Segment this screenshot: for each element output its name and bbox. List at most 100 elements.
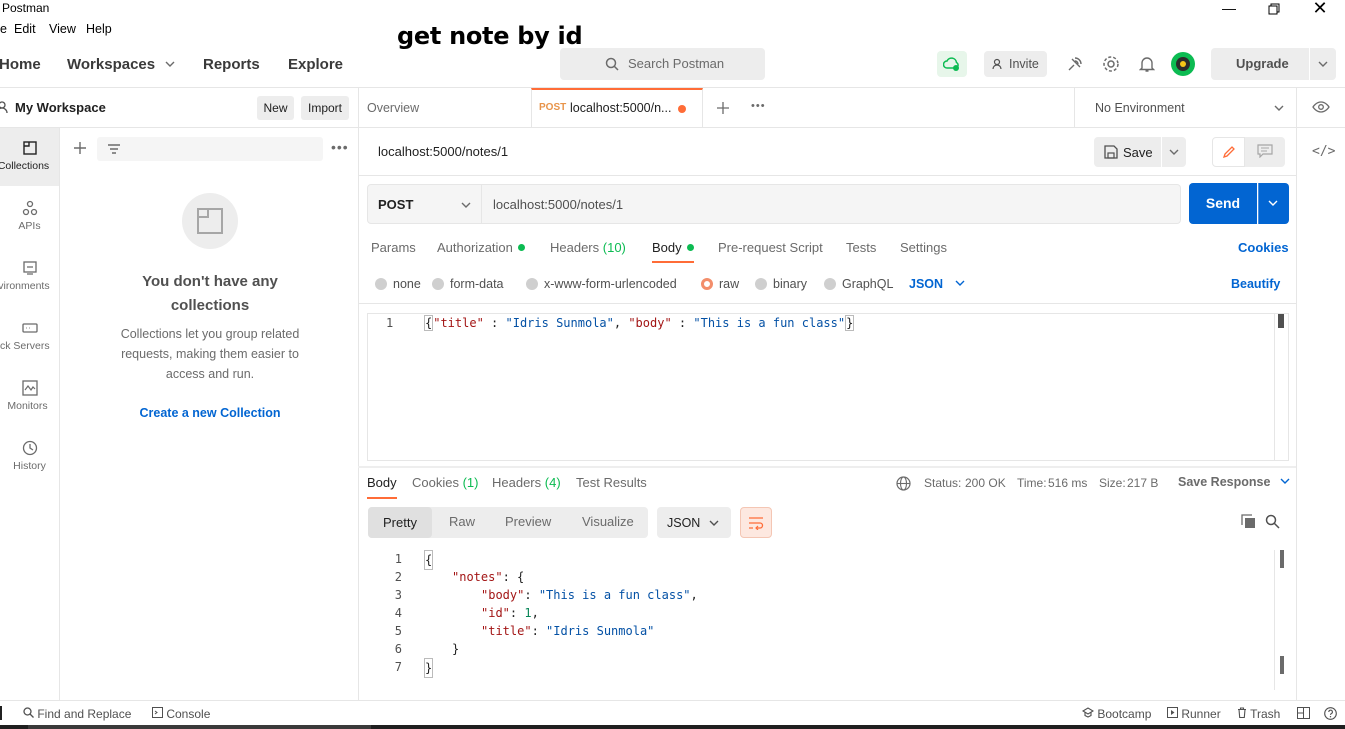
- trash-button[interactable]: Trash: [1237, 707, 1280, 721]
- sync-status-button[interactable]: [937, 51, 967, 77]
- menu-view[interactable]: View: [49, 22, 76, 36]
- filter-input[interactable]: [97, 137, 323, 161]
- create-collection-link[interactable]: Create a new Collection: [110, 406, 310, 420]
- new-tab-icon[interactable]: [716, 101, 730, 115]
- response-tab-body[interactable]: Body: [367, 475, 397, 490]
- copy-icon[interactable]: [1241, 514, 1256, 529]
- tab-active-request[interactable]: POST localhost:5000/n...: [531, 88, 703, 128]
- request-body-editor[interactable]: 1 {"title" : "Idris Sunmola", "body" : "…: [367, 313, 1289, 461]
- tab-overview[interactable]: Overview: [367, 101, 419, 115]
- console-button[interactable]: Console: [152, 707, 210, 721]
- documentation-edit-button[interactable]: [1212, 137, 1245, 167]
- eye-icon[interactable]: [1312, 100, 1330, 114]
- chevron-down-icon[interactable]: [1274, 103, 1284, 113]
- rail-item-monitors[interactable]: Monitors: [0, 368, 59, 426]
- close-window-button[interactable]: ✕: [1297, 0, 1343, 18]
- view-preview-button[interactable]: Preview: [505, 514, 551, 529]
- add-icon[interactable]: [73, 141, 87, 155]
- url-input[interactable]: localhost:5000/notes/1: [482, 184, 1181, 224]
- restore-button[interactable]: [1251, 0, 1297, 18]
- rail-item-mock-servers[interactable]: Mock Servers: [0, 308, 59, 366]
- radio-form-data[interactable]: form-data: [432, 277, 504, 291]
- tabs-more-icon[interactable]: •••: [751, 100, 766, 112]
- response-tab-cookies[interactable]: Cookies (1): [412, 475, 478, 490]
- nav-home[interactable]: Home: [0, 56, 41, 73]
- scrollbar-thumb[interactable]: [1278, 314, 1284, 328]
- tab-headers[interactable]: Headers (10): [550, 240, 626, 255]
- send-button[interactable]: Send: [1189, 183, 1257, 224]
- response-format-select[interactable]: JSON: [657, 507, 731, 538]
- workspace-name[interactable]: My Workspace: [15, 100, 106, 115]
- rail-item-history[interactable]: History: [0, 428, 59, 486]
- view-raw-button[interactable]: Raw: [449, 514, 475, 529]
- search-icon[interactable]: [1265, 514, 1280, 529]
- satellite-icon[interactable]: [1066, 55, 1084, 73]
- invite-button[interactable]: Invite: [984, 51, 1047, 77]
- chevron-down-icon[interactable]: [1318, 59, 1328, 69]
- avatar[interactable]: [1171, 52, 1195, 76]
- method-select[interactable]: POST: [367, 184, 482, 224]
- time-value[interactable]: 516 ms: [1048, 476, 1087, 490]
- save-options-button[interactable]: [1162, 137, 1186, 167]
- import-button[interactable]: Import: [301, 96, 349, 120]
- response-body-viewer[interactable]: 1 { 2 "notes": { 3 "body": "This is a fun c…: [367, 550, 1284, 690]
- radio-graphql[interactable]: GraphQL: [824, 277, 893, 291]
- rail-item-environments[interactable]: Environments: [0, 248, 59, 306]
- minimize-button[interactable]: —: [1206, 0, 1252, 18]
- request-title[interactable]: localhost:5000/notes/1: [378, 144, 508, 159]
- menu-edit[interactable]: Edit: [14, 22, 36, 36]
- globe-icon[interactable]: [896, 476, 911, 491]
- view-visualize-button[interactable]: Visualize: [582, 514, 634, 529]
- nav-explore[interactable]: Explore: [288, 56, 343, 73]
- save-response-button[interactable]: Save Response: [1178, 475, 1290, 489]
- nav-reports[interactable]: Reports: [203, 56, 260, 73]
- radio-x-www-form-urlencoded[interactable]: x-www-form-urlencoded: [526, 277, 677, 291]
- json-key: "body": [481, 588, 525, 602]
- runner-button[interactable]: Runner: [1167, 707, 1221, 721]
- code-icon[interactable]: </>: [1312, 144, 1335, 159]
- tab-body[interactable]: Body: [652, 240, 694, 255]
- search-box[interactable]: Search Postman: [560, 48, 765, 80]
- tab-params[interactable]: Params: [371, 240, 416, 255]
- menu-help[interactable]: Help: [86, 22, 112, 36]
- more-options-icon[interactable]: •••: [331, 139, 349, 155]
- beautify-link[interactable]: Beautify: [1231, 277, 1280, 291]
- response-tab-headers[interactable]: Headers (4): [492, 475, 561, 490]
- comments-button[interactable]: [1245, 137, 1285, 167]
- upgrade-button[interactable]: Upgrade: [1211, 48, 1336, 80]
- tab-tests[interactable]: Tests: [846, 240, 876, 255]
- tab-authorization[interactable]: Authorization: [437, 240, 525, 255]
- response-tab-test-results[interactable]: Test Results: [576, 475, 647, 490]
- size-value[interactable]: 217 B: [1127, 476, 1158, 490]
- pane-resize-divider[interactable]: [358, 466, 1296, 468]
- help-icon[interactable]: [1324, 707, 1337, 720]
- status-value[interactable]: 200 OK: [965, 476, 1006, 490]
- environment-select[interactable]: No Environment: [1095, 101, 1185, 115]
- two-pane-icon[interactable]: [1297, 707, 1310, 719]
- tab-settings[interactable]: Settings: [900, 240, 947, 255]
- gear-icon[interactable]: [1102, 55, 1120, 73]
- view-pretty-button[interactable]: Pretty: [368, 507, 432, 538]
- radio-binary[interactable]: binary: [755, 277, 807, 291]
- radio-raw[interactable]: raw: [701, 277, 739, 291]
- tab-prerequest-script[interactable]: Pre-request Script: [718, 240, 823, 255]
- scrollbar-thumb[interactable]: [1280, 656, 1284, 674]
- wrap-lines-button[interactable]: [740, 507, 772, 538]
- cookies-link[interactable]: Cookies: [1238, 240, 1289, 255]
- body-format-select[interactable]: JSON: [909, 277, 965, 291]
- radio-none[interactable]: none: [375, 277, 421, 291]
- bell-icon[interactable]: [1139, 55, 1155, 73]
- send-options-button[interactable]: [1258, 183, 1289, 224]
- bootcamp-button[interactable]: Bootcamp: [1081, 707, 1151, 721]
- save-button[interactable]: Save: [1094, 137, 1161, 167]
- sidebar-toggle-icon[interactable]: [0, 706, 2, 720]
- nav-workspaces[interactable]: Workspaces: [67, 56, 175, 73]
- menu-file[interactable]: e: [0, 22, 7, 36]
- find-replace-button[interactable]: Find and Replace: [23, 707, 131, 721]
- response-headers-count: (4): [544, 475, 561, 490]
- brace: }: [845, 315, 855, 331]
- new-button[interactable]: New: [257, 96, 294, 120]
- rail-item-collections[interactable]: Collections: [0, 128, 59, 186]
- scrollbar-thumb[interactable]: [1280, 550, 1284, 568]
- rail-item-apis[interactable]: APIs: [0, 188, 59, 246]
